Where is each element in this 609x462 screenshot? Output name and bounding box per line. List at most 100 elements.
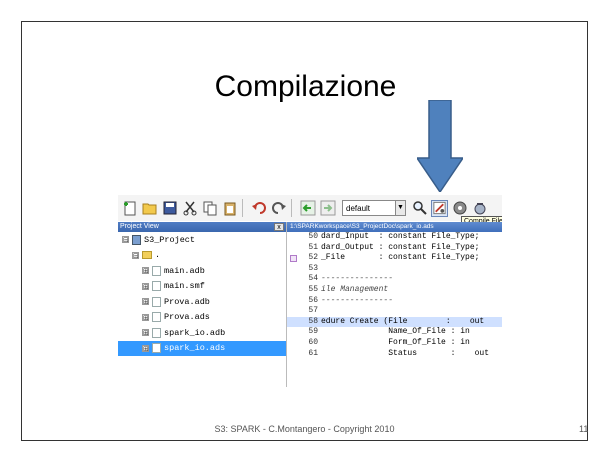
code-text: Form_Of_File : in: [321, 337, 470, 347]
code-text: ile Management: [321, 284, 389, 294]
search-icon[interactable]: [411, 200, 428, 217]
project-tree: ⊟ S3_Project ⊟ . ⊞ main.adb ⊞ main.smf ⊞…: [118, 232, 286, 356]
tree-item-label: Prova.ads: [164, 312, 210, 323]
line-number: 52: [308, 253, 318, 263]
slide-title: Compilazione: [214, 70, 397, 103]
expand-icon[interactable]: ⊞: [142, 313, 149, 321]
expand-icon[interactable]: ⊞: [142, 282, 149, 290]
code-text: dard_Output : constant File_Type;: [321, 242, 480, 252]
tree-item-label: spark_io.ads: [164, 343, 226, 354]
editor-tab[interactable]: 1:\SPARKworkspace\S3_ProjectDoc\spark_io…: [287, 222, 502, 232]
line-number: 51: [308, 242, 318, 252]
toolbar: default ▼: [118, 195, 502, 221]
page-number: 11: [579, 424, 589, 434]
file-icon: [152, 296, 161, 307]
open-folder-icon[interactable]: [141, 200, 158, 217]
line-number: 59: [308, 327, 318, 337]
project-view-header: Project View x: [118, 222, 286, 232]
code-text: _File : constant File_Type;: [321, 253, 480, 263]
code-line: 56 ---------------: [287, 296, 502, 307]
tree-item-label: Prova.adb: [164, 296, 210, 307]
code-line: 54 ---------------: [287, 274, 502, 285]
line-number: 50: [308, 232, 318, 241]
code-line: 51 dard_Output : constant File_Type;: [287, 243, 502, 254]
tree-item-file-selected[interactable]: ⊞ spark_io.ads: [118, 340, 286, 356]
code-line: 57: [287, 306, 502, 317]
build-icon[interactable]: [451, 200, 468, 217]
slide-footer: S3: SPARK - C.Montangero - Copyright 201…: [214, 424, 395, 434]
tree-item-file[interactable]: ⊞ spark_io.adb: [118, 325, 286, 341]
code-line: 55 ile Management: [287, 285, 502, 296]
tree-item-label: spark_io.adb: [164, 327, 226, 338]
code-text: edure Create (File : out: [321, 316, 485, 326]
code-line: 53: [287, 264, 502, 275]
tree-item-label: main.adb: [164, 265, 205, 276]
expand-icon[interactable]: ⊞: [142, 329, 149, 337]
code-line: 59 Name_Of_File : in: [287, 327, 502, 338]
project-icon: [132, 234, 141, 245]
code-line: 50 dard_Input : constant File_Type;: [287, 232, 502, 243]
file-icon: [152, 343, 161, 354]
toolbar-separator: [291, 199, 292, 217]
tree-item-label: .: [155, 250, 161, 261]
code-area[interactable]: 50 dard_Input : constant File_Type; 51 dar…: [287, 232, 502, 359]
copy-icon[interactable]: [201, 200, 218, 217]
tree-item-file[interactable]: ⊞ main.smf: [118, 279, 286, 295]
line-number: 54: [308, 274, 318, 284]
tree-item-file[interactable]: ⊞ Prova.adb: [118, 294, 286, 310]
save-icon[interactable]: [161, 200, 178, 217]
line-number: 53: [308, 263, 318, 273]
undo-icon[interactable]: [250, 200, 267, 217]
paste-icon[interactable]: [221, 200, 238, 217]
cut-icon[interactable]: [181, 200, 198, 217]
tree-item-label: main.smf: [164, 281, 205, 292]
line-number: 60: [308, 337, 318, 347]
tree-item-folder[interactable]: ⊟ .: [118, 248, 286, 264]
chevron-down-icon[interactable]: ▼: [396, 200, 406, 216]
close-icon[interactable]: x: [274, 223, 284, 231]
toolbar-separator: [242, 199, 243, 217]
line-number: 56: [308, 295, 318, 305]
collapse-icon[interactable]: ⊟: [122, 236, 129, 244]
configuration-combo[interactable]: default: [342, 200, 396, 216]
new-file-icon[interactable]: [121, 200, 138, 217]
file-icon: [152, 265, 161, 276]
forward-icon[interactable]: [319, 200, 336, 217]
line-number: 61: [308, 348, 318, 358]
line-number: 57: [308, 306, 318, 316]
compile-icon[interactable]: [431, 199, 448, 217]
code-line: 52 _File : constant File_Type;: [287, 253, 502, 264]
file-icon: [152, 312, 161, 323]
expand-icon[interactable]: ⊞: [142, 298, 149, 306]
tree-item-file[interactable]: ⊞ Prova.ads: [118, 310, 286, 326]
back-icon[interactable]: [299, 200, 316, 217]
collapse-icon[interactable]: ⊟: [132, 251, 139, 259]
redo-icon[interactable]: [270, 200, 287, 217]
project-view-title: Project View: [120, 223, 159, 230]
expand-icon[interactable]: ⊞: [142, 344, 149, 352]
slide: Compilazione default ▼ Compile File: [21, 21, 588, 441]
line-number: 55: [308, 284, 318, 294]
expand-icon[interactable]: ⊞: [142, 267, 149, 275]
code-text: ---------------: [321, 295, 394, 305]
code-text: ---------------: [321, 274, 394, 284]
code-text: dard_Input : constant File_Type;: [321, 232, 480, 241]
code-line: 60 Form_Of_File : in: [287, 338, 502, 349]
code-line-highlighted: 58 edure Create (File : out: [287, 316, 502, 328]
file-icon: [152, 327, 161, 338]
code-editor[interactable]: 1:\SPARKworkspace\S3_ProjectDoc\spark_io…: [287, 222, 502, 387]
file-icon: [152, 281, 161, 292]
line-number: 58: [308, 316, 318, 326]
tree-item-project[interactable]: ⊟ S3_Project: [118, 232, 286, 248]
fold-marker-icon[interactable]: [290, 255, 297, 263]
clean-icon[interactable]: [471, 200, 488, 217]
code-text: Name_Of_File : in: [321, 327, 470, 337]
down-arrow-icon: [417, 100, 463, 192]
folder-icon: [142, 251, 152, 260]
ide-screenshot: default ▼ Compile File Project View x ⊟ …: [118, 195, 502, 387]
tree-item-file[interactable]: ⊞ main.adb: [118, 263, 286, 279]
tree-item-label: S3_Project: [144, 234, 196, 245]
code-line: 61 Status : out: [287, 349, 502, 360]
project-view-panel: Project View x ⊟ S3_Project ⊟ . ⊞ main.a: [118, 222, 287, 387]
code-text: Status : out: [321, 348, 490, 358]
